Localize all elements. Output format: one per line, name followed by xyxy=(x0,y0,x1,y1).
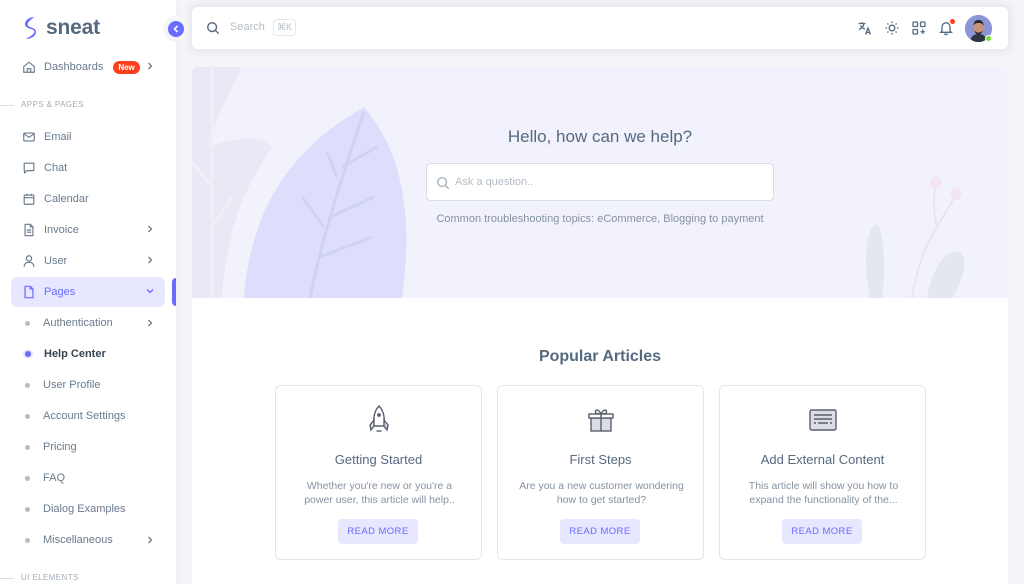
sidebar-subitem-faq[interactable]: FAQ xyxy=(11,463,165,493)
document-icon xyxy=(808,409,837,431)
theme-sun-icon[interactable] xyxy=(884,20,900,36)
read-more-button[interactable]: READ MORE xyxy=(338,519,418,544)
sidebar-item-chat[interactable]: Chat xyxy=(11,153,165,183)
sidebar-subitem-label: Help Center xyxy=(44,348,106,360)
article-title: Add External Content xyxy=(760,452,885,467)
bullet-icon xyxy=(25,413,30,419)
sidebar-subitem-label: Pricing xyxy=(43,441,77,453)
user-icon xyxy=(22,254,36,268)
chevron-right-icon xyxy=(148,225,153,233)
help-center-hero: Hello, how can we help? Common troublesh… xyxy=(192,67,1008,298)
chat-icon xyxy=(22,161,36,175)
bullet-icon xyxy=(25,351,31,357)
bullet-icon xyxy=(25,444,30,450)
chevron-left-icon xyxy=(173,25,179,33)
article-description: This article will show you how to expand… xyxy=(748,480,899,506)
sidebar: sneat Dashboards New Apps & Pages Email … xyxy=(0,0,176,584)
sidebar-item-label: Invoice xyxy=(44,224,79,236)
sidebar-item-email[interactable]: Email xyxy=(11,122,165,152)
sidebar-subitem-pricing[interactable]: Pricing xyxy=(11,432,165,462)
active-indicator xyxy=(172,278,176,306)
read-more-button[interactable]: READ MORE xyxy=(560,519,640,544)
article-title: Getting Started xyxy=(334,452,423,467)
section-header-apps-pages: Apps & Pages xyxy=(0,100,84,109)
notification-bell-icon[interactable] xyxy=(938,19,955,36)
file-icon xyxy=(22,223,36,237)
top-navbar: Search ⌘K xyxy=(192,7,1008,49)
sidebar-item-pages[interactable]: Pages xyxy=(11,277,165,307)
search-shortcut-hint: ⌘K xyxy=(273,19,297,36)
article-card: Add External Content This article will s… xyxy=(719,385,926,560)
home-icon xyxy=(22,60,36,74)
read-more-button[interactable]: READ MORE xyxy=(782,519,862,544)
sidebar-item-label: Chat xyxy=(44,162,68,174)
section-title: Popular Articles xyxy=(538,348,662,365)
sidebar-subitem-label: User Profile xyxy=(43,379,101,391)
sidebar-item-label: Email xyxy=(44,131,72,143)
sidebar-subitem-label: Dialog Examples xyxy=(43,503,126,515)
sidebar-item-label: Dashboards xyxy=(44,61,104,73)
brand[interactable]: sneat xyxy=(22,16,100,40)
global-search-input[interactable]: Search xyxy=(230,21,265,33)
new-badge: New xyxy=(113,60,140,74)
sidebar-subitem-label: FAQ xyxy=(43,472,66,484)
sidebar-subitem-label: Miscellaneous xyxy=(43,534,113,546)
article-title: First Steps xyxy=(569,452,632,467)
sidebar-subitem-dialog-examples[interactable]: Dialog Examples xyxy=(11,494,165,524)
sidebar-item-label: User xyxy=(44,255,68,267)
sidebar-subitem-label: Authentication xyxy=(43,317,113,329)
section-header-ui-elements: UI Elements xyxy=(0,573,79,582)
page-icon xyxy=(22,285,36,299)
gift-icon xyxy=(587,409,614,432)
hero-subtitle: Common troubleshooting topics: eCommerce… xyxy=(436,213,764,225)
shortcuts-grid-icon[interactable] xyxy=(911,20,927,36)
sidebar-item-label: Pages xyxy=(44,286,76,298)
chevron-right-icon xyxy=(148,319,153,327)
chevron-right-icon xyxy=(148,536,153,544)
bullet-icon xyxy=(25,320,30,326)
sneat-logo-icon xyxy=(25,17,36,39)
chevron-down-icon xyxy=(146,289,154,294)
chevron-right-icon xyxy=(148,256,153,264)
notification-dot xyxy=(950,19,955,24)
rocket-icon xyxy=(368,405,389,432)
sidebar-subitem-user-profile[interactable]: User Profile xyxy=(11,370,165,400)
chevron-right-icon xyxy=(148,62,153,70)
search-icon xyxy=(437,177,450,190)
mail-icon xyxy=(22,130,36,144)
sidebar-subitem-account-settings[interactable]: Account Settings xyxy=(11,401,165,431)
sidebar-item-label: Calendar xyxy=(44,193,89,205)
sidebar-item-dashboards[interactable]: Dashboards New xyxy=(11,52,165,82)
popular-articles-section: Popular Articles Getting Started Whether… xyxy=(192,298,1008,584)
ask-question-input[interactable] xyxy=(455,164,765,200)
sidebar-subitem-miscellaneous[interactable]: Miscellaneous xyxy=(11,525,165,555)
sidebar-subitem-label: Account Settings xyxy=(43,410,126,422)
search-icon[interactable] xyxy=(206,21,220,35)
online-status-dot xyxy=(985,35,992,42)
sidebar-item-user[interactable]: User xyxy=(11,246,165,276)
sidebar-collapse-button[interactable] xyxy=(163,16,189,42)
bullet-icon xyxy=(25,537,30,543)
sidebar-item-calendar[interactable]: Calendar xyxy=(11,184,165,214)
article-description: Whether you're new or you're a power use… xyxy=(304,480,455,506)
leaf-illustration-right xyxy=(865,177,965,298)
leaf-illustration-left xyxy=(192,67,407,298)
bullet-icon xyxy=(25,475,30,481)
article-card: First Steps Are you a new customer wonde… xyxy=(497,385,704,560)
language-icon[interactable] xyxy=(857,20,873,36)
bullet-icon xyxy=(25,382,30,388)
article-description: Are you a new customer wondering how to … xyxy=(519,480,684,506)
hero-title: Hello, how can we help? xyxy=(507,127,693,146)
article-card: Getting Started Whether you're new or yo… xyxy=(275,385,482,560)
sidebar-subitem-authentication[interactable]: Authentication xyxy=(11,308,165,338)
bullet-icon xyxy=(25,506,30,512)
sidebar-subitem-help-center[interactable]: Help Center xyxy=(11,339,165,369)
question-search-box[interactable] xyxy=(426,163,774,201)
brand-name: sneat xyxy=(46,16,100,39)
sidebar-item-invoice[interactable]: Invoice xyxy=(11,215,165,245)
calendar-icon xyxy=(22,192,36,206)
